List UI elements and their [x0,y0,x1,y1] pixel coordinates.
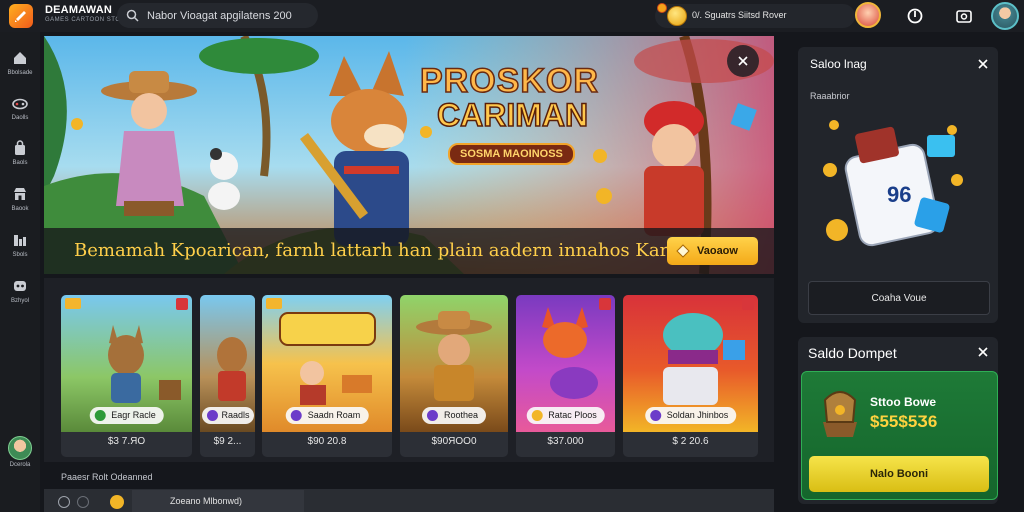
hero-close-button[interactable] [727,45,759,77]
search-icon [126,9,139,22]
game-card[interactable]: Soldan Jhinbos $ 2 20.6 [623,295,758,457]
treasure-icon [823,391,857,437]
game-title-pill: Roothea [421,407,487,424]
app-logo-icon[interactable] [9,4,33,28]
sidebar-item-label: Daolls [11,115,29,121]
game-title-pill: Saadn Roam [285,407,369,424]
close-icon[interactable] [976,345,990,359]
hero-caption-bar: Bemamah Kpoarican, farnh lattarh han pla… [44,228,774,274]
sidebar-item-home[interactable]: Bbolsade [0,44,40,84]
game-price: $3 7.ЯO [107,436,146,447]
game-tag-icon [65,298,81,309]
chart-icon [14,235,26,246]
camera-icon[interactable] [955,7,973,25]
game-price: $37.000 [547,436,584,447]
user-avatar[interactable] [991,2,1019,30]
mascot-avatar[interactable] [855,2,881,28]
sidebar-item-label: Bzhyol [10,298,29,304]
profile-label: Dcerola [9,462,31,468]
hot-badge-icon [742,298,754,310]
radio-option-icon[interactable] [77,496,89,508]
sidebar-item-gamepad[interactable]: Bzhyol [0,272,40,312]
hot-badge-icon [176,298,188,310]
search-input[interactable] [147,7,312,24]
game-price: $90ЯOO0 [431,436,477,447]
coin-icon [667,6,687,26]
brand-name: DEAMAWAN [45,4,112,16]
bag-icon [15,140,25,155]
search-box[interactable] [117,3,318,28]
game-title-pill: Ratac Ploos [526,407,605,424]
hero-title-line1: PROSKOR [419,61,599,101]
shop-panel-title: Saloo lnag [810,57,867,71]
game-tag-icon [266,298,282,309]
sidebar-item-store[interactable]: Baook [0,180,40,220]
close-icon[interactable] [976,57,990,71]
wallet-panel-title: Saldo Dompet [808,345,897,361]
controller-icon [12,98,28,110]
dice-reward-illustration: 96 [823,120,963,247]
hero-cta-button[interactable]: Vaoaow [667,237,758,265]
radio-option-icon[interactable] [58,496,70,508]
game-title-pill: Soldan Jhinbos [644,407,737,424]
game-title-pill: Raadls [201,407,254,424]
hero-caption: Bemamah Kpoarican, farnh lattarh han pla… [74,240,692,261]
wallet-topup-button[interactable]: Nalo Booni [809,456,989,492]
hot-badge-icon [599,298,611,310]
shop-panel-button[interactable]: Coaha Voue [808,281,990,315]
notification-badge [657,3,667,13]
home-icon [14,52,26,64]
game-card[interactable]: Eagr Racle $3 7.ЯO [61,295,192,457]
close-icon [738,56,748,66]
ticket-icon [675,243,691,262]
coin-icon [110,495,124,509]
game-price: $9 2... [213,436,242,447]
store-icon [14,188,26,200]
dice-number: 96 [887,182,911,207]
hero-title-line2: CARIMAN [436,96,589,134]
profile-avatar[interactable] [8,436,32,460]
bottom-input[interactable]: Zoeano Mlbonwd) [132,490,304,512]
game-card[interactable]: Ratac Ploos $37.000 [516,295,615,457]
sidebar-item-bag[interactable]: Baols [0,134,40,174]
hero-title-line3: SOSMA MAOINOSS [448,143,575,165]
sidebar-item-label: Sbols [12,252,28,258]
game-card[interactable]: Roothea $90ЯOO0 [400,295,508,457]
sidebar-item-label: Baook [11,206,29,212]
game-card[interactable]: Raadls $9 2... [200,295,255,457]
gamepad-icon [14,281,26,291]
sidebar-item-label: Baols [12,160,28,166]
game-price: $90 20.8 [307,436,347,447]
sidebar-item-games[interactable]: Daolls [0,89,40,129]
hero-cta-label: Vaoaow [697,245,738,257]
power-icon[interactable] [906,7,924,25]
game-price: $ 2 20.6 [672,436,709,447]
wallet-label: Sttoo Bowe [870,395,936,409]
section-label: Paaesr Rolt Odeanned [61,472,153,482]
sidebar-item-stats[interactable]: Sbols [0,226,40,266]
sidebar-item-label: Bbolsade [7,70,33,76]
game-card[interactable]: Saadn Roam $90 20.8 [262,295,392,457]
wallet-amount: $55$5Ӡ6 [870,412,938,431]
coin-balance-text: 0/. Sguatrs Siitsd Rover [692,10,787,20]
shop-panel-subtitle: Raaabrior [810,91,850,101]
game-title-pill: Eagr Racle [89,407,164,424]
